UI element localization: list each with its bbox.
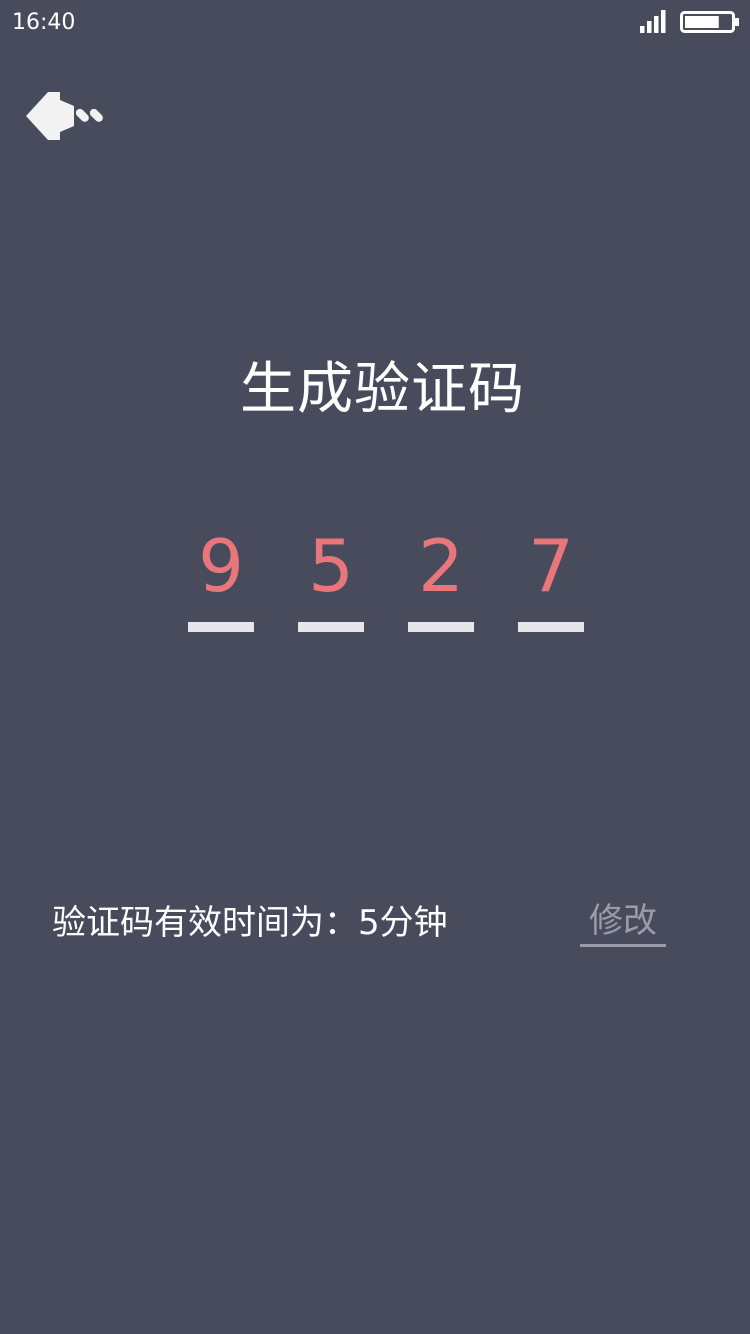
back-arrow-icon (26, 92, 103, 140)
modify-label: 修改 (589, 901, 657, 941)
status-time: 16:40 (12, 10, 76, 35)
signal-bars-icon (640, 10, 666, 33)
code-digit-slot-1: 9 (188, 520, 254, 636)
modify-underline (580, 944, 666, 947)
battery-icon (680, 11, 739, 33)
code-digit-underline (518, 622, 584, 632)
page-title: 生成验证码 (240, 357, 525, 422)
code-digit-slot-2: 5 (298, 520, 364, 636)
battery-level-fill (685, 16, 719, 28)
code-digit-underline (188, 622, 254, 632)
code-digit: 5 (308, 524, 354, 608)
screen: 16:40 生成验证码 9 5 2 7 验证码有效时间为：5分钟 修改 (0, 0, 750, 1334)
back-button[interactable] (22, 88, 112, 148)
code-digit-slot-4: 7 (518, 520, 584, 636)
code-digit: 9 (198, 524, 244, 608)
code-digit-underline (408, 622, 474, 632)
code-digit: 7 (528, 524, 574, 608)
modify-button[interactable]: 修改 (580, 896, 666, 950)
code-digit-underline (298, 622, 364, 632)
code-digit: 2 (418, 524, 464, 608)
code-digit-slot-3: 2 (408, 520, 474, 636)
validity-text: 验证码有效时间为：5分钟 (52, 903, 448, 943)
